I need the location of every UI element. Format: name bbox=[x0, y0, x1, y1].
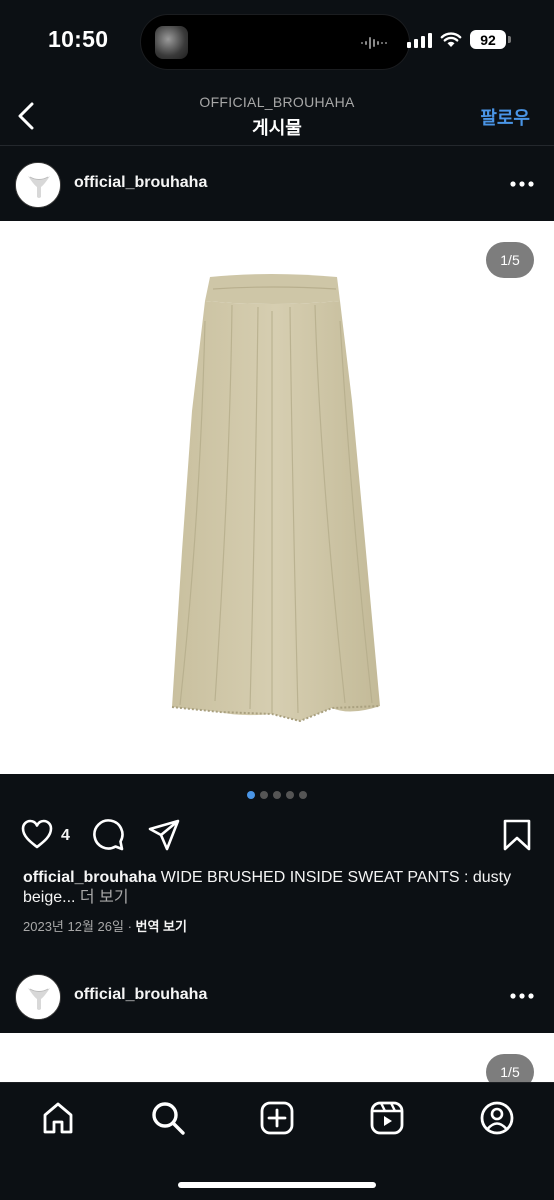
profile-icon[interactable] bbox=[479, 1100, 515, 1136]
more-horizontal-icon[interactable] bbox=[510, 993, 534, 999]
avatar[interactable] bbox=[15, 974, 61, 1020]
like-count[interactable]: 4 bbox=[61, 827, 70, 845]
wifi-icon bbox=[440, 31, 462, 47]
top-navigation: OFFICIAL_BROUHAHA 게시물 팔로우 bbox=[0, 84, 554, 146]
bookmark-icon[interactable] bbox=[502, 818, 532, 852]
comment-icon[interactable] bbox=[91, 818, 125, 852]
post-username[interactable]: official_brouhaha bbox=[74, 986, 207, 1004]
now-playing-artwork bbox=[155, 26, 188, 59]
post-header: official_brouhaha bbox=[0, 148, 554, 220]
status-indicators: 92 bbox=[407, 30, 511, 49]
post-date: 2023년 12월 26일 bbox=[23, 919, 124, 934]
bottom-tab-bar bbox=[0, 1082, 554, 1200]
brand-logo-icon bbox=[16, 163, 60, 207]
carousel-dot bbox=[273, 791, 281, 799]
meta-separator: · bbox=[123, 919, 136, 934]
more-horizontal-icon[interactable] bbox=[510, 181, 534, 187]
heart-icon[interactable] bbox=[20, 818, 54, 850]
post-image[interactable]: 1/5 bbox=[0, 221, 554, 774]
send-icon[interactable] bbox=[147, 818, 181, 852]
follow-button[interactable]: 팔로우 bbox=[480, 104, 530, 130]
carousel-indicator bbox=[0, 791, 554, 799]
battery-level: 92 bbox=[480, 31, 496, 48]
caption-username[interactable]: official_brouhaha bbox=[23, 869, 156, 886]
carousel-dot bbox=[299, 791, 307, 799]
next-post-header: official_brouhaha bbox=[0, 960, 554, 1032]
brand-logo-icon bbox=[16, 975, 60, 1019]
avatar[interactable] bbox=[15, 162, 61, 208]
account-name: OFFICIAL_BROUHAHA bbox=[199, 94, 355, 110]
post-meta: 2023년 12월 26일 · 번역 보기 bbox=[23, 916, 187, 935]
search-icon[interactable] bbox=[150, 1100, 186, 1136]
dynamic-island[interactable] bbox=[140, 14, 410, 70]
carousel-dot bbox=[247, 791, 255, 799]
carousel-dot bbox=[260, 791, 268, 799]
product-photo-pants bbox=[171, 274, 381, 723]
home-indicator[interactable] bbox=[178, 1182, 376, 1188]
post-username[interactable]: official_brouhaha bbox=[74, 174, 207, 192]
reels-icon[interactable] bbox=[369, 1100, 405, 1136]
battery-indicator: 92 bbox=[470, 30, 511, 49]
home-icon[interactable] bbox=[40, 1100, 76, 1136]
page-title: 게시물 bbox=[252, 118, 302, 138]
status-time: 10:50 bbox=[48, 26, 109, 52]
post-caption: official_brouhaha WIDE BRUSHED INSIDE SW… bbox=[23, 868, 523, 908]
carousel-dot bbox=[286, 791, 294, 799]
caption-more-link[interactable]: 더 보기 bbox=[75, 889, 129, 906]
status-bar: 10:50 92 bbox=[0, 0, 554, 84]
audio-wave-icon bbox=[361, 37, 387, 49]
translate-link[interactable]: 번역 보기 bbox=[136, 919, 187, 934]
cellular-signal-icon bbox=[407, 32, 432, 48]
image-counter: 1/5 bbox=[486, 242, 534, 278]
create-icon[interactable] bbox=[259, 1100, 295, 1136]
post-actions: 4 bbox=[0, 814, 554, 858]
